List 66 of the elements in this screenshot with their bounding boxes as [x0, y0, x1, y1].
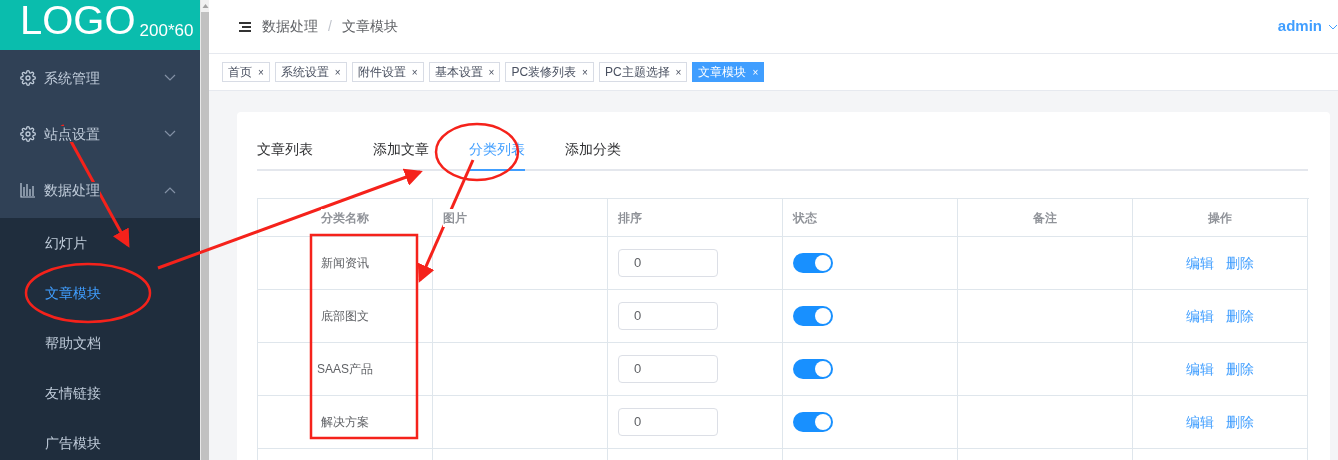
menu-group[interactable]: 系统管理	[0, 50, 200, 106]
table-cell: 新闻资讯	[258, 237, 433, 290]
tab[interactable]: 文章列表	[257, 139, 313, 171]
menu-label: 数据处理	[44, 180, 101, 200]
tag[interactable]: 首页 ×	[222, 62, 270, 82]
gear-icon	[20, 126, 36, 142]
chevron-down-icon	[164, 130, 176, 138]
scroll-up-icon[interactable]	[200, 0, 210, 12]
table-cell: SAAS产品	[258, 343, 433, 396]
sort-input[interactable]: 0	[618, 355, 718, 383]
menu-label: 系统管理	[44, 68, 101, 88]
tag-close[interactable]: ×	[488, 64, 495, 80]
column-header: 状态	[783, 199, 958, 237]
table-cell: 底部图文	[258, 290, 433, 343]
submenu-item[interactable]: 友情链接	[0, 368, 200, 418]
menu-icon[interactable]	[239, 21, 251, 32]
sort-input[interactable]: 0	[618, 249, 718, 277]
tag-close[interactable]: ×	[258, 64, 264, 80]
tag[interactable]: PC主题选择 ×	[598, 62, 688, 82]
logo-text: LOGO	[20, 0, 136, 40]
tag-label: PC主题选择	[604, 64, 670, 81]
column-header: 排序	[608, 199, 783, 237]
tag-close[interactable]: ×	[675, 64, 682, 80]
chevron-up-icon	[164, 186, 176, 194]
sort-input[interactable]: 0	[618, 302, 718, 330]
status-switch[interactable]	[793, 359, 833, 379]
sort-input[interactable]: 0	[618, 408, 718, 436]
tag[interactable]: PC装修列表 ×	[505, 62, 594, 82]
column-header: 分类名称	[258, 199, 433, 237]
column-header: 备注	[958, 199, 1133, 237]
tag-label: 基本设置	[434, 64, 483, 81]
tag-label: PC装修列表	[511, 64, 577, 81]
tag-close[interactable]: ×	[334, 64, 341, 80]
gear-icon	[20, 70, 36, 86]
column-header: 图片	[433, 199, 608, 237]
tag-label: 文章模块	[698, 64, 747, 81]
tag[interactable]: 基本设置 ×	[428, 62, 501, 82]
breadcrumb-separator: /	[328, 17, 332, 36]
status-switch[interactable]	[793, 253, 833, 273]
tag[interactable]: 附件设置 ×	[351, 62, 424, 82]
column-header: 操作	[1133, 199, 1308, 237]
menu-group[interactable]: 数据处理	[0, 162, 200, 218]
status-switch[interactable]	[793, 412, 833, 432]
bar-chart-icon	[20, 182, 36, 198]
table-cell: 解决方案	[258, 396, 433, 449]
submenu-item[interactable]: 幻灯片	[0, 218, 200, 268]
chevron-down-icon	[164, 74, 176, 82]
scrollbar[interactable]	[200, 0, 209, 460]
submenu-item[interactable]: 文章模块	[0, 268, 200, 318]
submenu-item[interactable]: 广告模块	[0, 418, 200, 460]
logo-size: 200*60	[139, 22, 194, 40]
tag-close[interactable]: ×	[411, 64, 418, 80]
tab[interactable]: 添加分类	[565, 139, 621, 171]
status-switch[interactable]	[793, 306, 833, 326]
tab[interactable]: 添加文章	[373, 139, 429, 171]
tag[interactable]: 系统设置 ×	[274, 62, 347, 82]
tag-label: 附件设置	[357, 64, 406, 81]
tag-close[interactable]: ×	[582, 64, 588, 80]
submenu-item[interactable]: 帮助文档	[0, 318, 200, 368]
tag-label: 系统设置	[280, 64, 329, 81]
tag-label: 首页	[228, 64, 252, 81]
menu-group[interactable]: 站点设置	[0, 106, 200, 162]
menu-label: 站点设置	[44, 124, 101, 144]
breadcrumb-item[interactable]: 文章模块	[341, 16, 398, 37]
breadcrumb-item[interactable]: 数据处理	[262, 16, 318, 37]
chevron-down-icon[interactable]	[1328, 23, 1338, 30]
